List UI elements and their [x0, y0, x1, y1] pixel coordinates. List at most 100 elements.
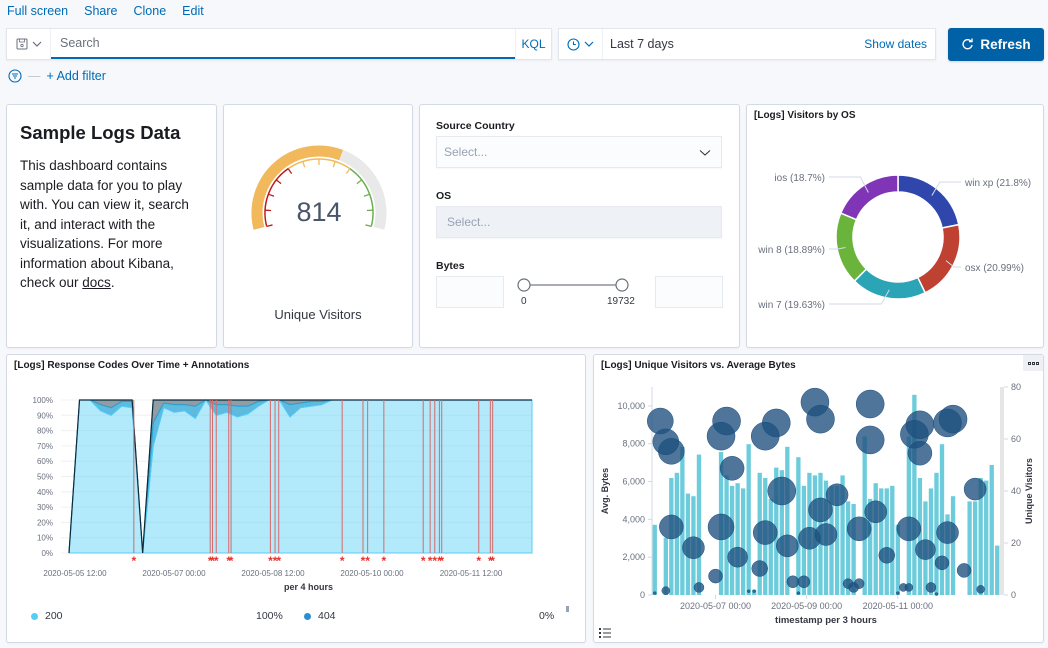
bubble	[693, 582, 705, 593]
time-range-text[interactable]: Last 7 days	[603, 37, 864, 51]
right-axis	[1000, 387, 1004, 595]
bubble	[797, 575, 811, 589]
bubble	[846, 516, 872, 542]
source-country-select[interactable]: Select...	[436, 136, 722, 168]
bubble	[751, 560, 768, 577]
share-link[interactable]: Share	[84, 4, 117, 18]
bubble	[658, 438, 685, 465]
bubble	[976, 585, 985, 594]
kql-toggle[interactable]: KQL	[515, 29, 551, 59]
bubble	[659, 514, 684, 540]
bubble	[896, 516, 922, 542]
search-input[interactable]	[51, 29, 515, 59]
saved-query-button[interactable]	[7, 29, 51, 59]
legend-item-404[interactable]: 404	[304, 610, 336, 622]
gauge-tick	[332, 161, 336, 168]
left-tick-label: 0	[640, 590, 645, 600]
pie-slice-win-7	[853, 267, 927, 300]
docs-link[interactable]: docs	[82, 275, 111, 290]
bubble	[915, 539, 936, 560]
pie-slice-win-8	[835, 212, 868, 283]
bubble	[814, 523, 838, 546]
bubble	[719, 456, 745, 481]
response-codes-chart: 0% 10% 20% 30% 40% 50% 60% 70% 80% 90% 100% * * * * * * *…	[33, 396, 533, 592]
x-tick-label: 2020-05-07 00:00	[142, 569, 206, 578]
pie-slice-osx	[916, 223, 961, 294]
os-donut-chart: win xp (21.8%) osx (20.99%) win 7 (19.63%)…	[757, 173, 1031, 311]
right-tick-label: 40	[1011, 486, 1021, 496]
bar	[989, 465, 994, 595]
annotation-marker: *	[229, 554, 234, 568]
clone-link[interactable]: Clone	[134, 4, 167, 18]
bar	[995, 545, 1000, 595]
bar	[950, 496, 956, 595]
slider-min-handle[interactable]	[517, 278, 531, 292]
x-tick-label: 2020-05-10 00:00	[340, 569, 404, 578]
refresh-button[interactable]: Refresh	[948, 28, 1044, 61]
legend-scrollbar[interactable]	[566, 606, 569, 612]
x-tick-label: 2020-05-08 12:00	[241, 569, 305, 578]
os-placeholder: Select...	[447, 215, 491, 229]
annotation-marker: *	[131, 554, 136, 568]
gauge-tick	[356, 179, 363, 185]
bytes-range-slider[interactable]	[516, 275, 641, 295]
add-filter-button[interactable]: + Add filter	[47, 69, 106, 83]
query-bar: KQL	[6, 28, 552, 60]
x-tick-label: 2020-05-09 00:00	[771, 601, 842, 611]
edit-link[interactable]: Edit	[182, 4, 204, 18]
filter-menu-icon[interactable]	[8, 69, 22, 83]
legend-item-200[interactable]: 200	[31, 610, 63, 622]
annotation-marker: *	[365, 554, 370, 568]
x-tick-label: 2020-05-11 12:00	[440, 569, 503, 578]
bar	[696, 454, 702, 595]
os-select[interactable]: Select...	[436, 206, 722, 238]
y-tick-label: 70%	[37, 442, 53, 451]
y-tick-label: 40%	[37, 488, 53, 497]
legend-value-404: 0%	[539, 610, 555, 622]
left-axis-label: Avg. Bytes	[600, 468, 610, 514]
visitors-bytes-chart: 0 2,000 4,000 6,000 8,000 10,000 0 20 40 60 80 2020…	[600, 382, 1034, 626]
bubble	[786, 575, 800, 589]
y-tick-label: 10%	[37, 534, 53, 543]
gauge-value: 814	[296, 197, 341, 227]
chevron-down-icon	[584, 41, 594, 47]
bubble	[938, 404, 968, 434]
legend-dot	[31, 612, 38, 620]
panel-title: [Logs] Unique Visitors vs. Average Bytes	[601, 360, 796, 371]
legend-label: 404	[318, 610, 336, 622]
full-screen-link[interactable]: Full screen	[7, 4, 68, 18]
pie-label: osx (20.99%)	[965, 263, 1024, 274]
show-dates-link[interactable]: Show dates	[864, 37, 935, 51]
refresh-label: Refresh	[980, 37, 1031, 52]
pie-slice-ios	[839, 174, 899, 221]
source-country-placeholder: Select...	[444, 145, 488, 159]
bubble	[708, 568, 723, 584]
slider-max-handle[interactable]	[615, 278, 629, 292]
x-axis-label: timestamp per 3 hours	[775, 615, 877, 626]
bubble	[934, 555, 950, 571]
visitors-bytes-panel: [Logs] Unique Visitors vs. Average Bytes…	[593, 354, 1044, 643]
gauge-tick	[365, 224, 372, 228]
bubble	[806, 404, 835, 434]
panel-options-button[interactable]	[1023, 355, 1043, 371]
x-tick-label: 2020-05-07 00:00	[680, 601, 751, 611]
bubble	[936, 521, 959, 544]
gauge-tick	[266, 224, 273, 228]
options-dot-icon	[1031, 361, 1035, 365]
save-icon	[16, 38, 27, 50]
bytes-min-input[interactable]	[436, 276, 504, 308]
markdown-text: This dashboard contains sample data for …	[20, 158, 189, 290]
bar	[984, 480, 989, 595]
legend-dot	[304, 612, 311, 620]
y-tick-label: 100%	[33, 396, 53, 405]
source-country-label: Source Country	[436, 120, 515, 132]
time-picker: Last 7 days Show dates	[558, 28, 936, 60]
bubble	[907, 440, 933, 466]
legend-toggle-icon[interactable]	[599, 628, 611, 638]
bytes-max-input[interactable]	[655, 276, 723, 308]
options-dot-icon	[1027, 361, 1031, 365]
quick-select-button[interactable]	[559, 29, 603, 59]
markdown-suffix: .	[110, 275, 115, 290]
bar	[768, 498, 773, 595]
bubble	[896, 591, 900, 595]
